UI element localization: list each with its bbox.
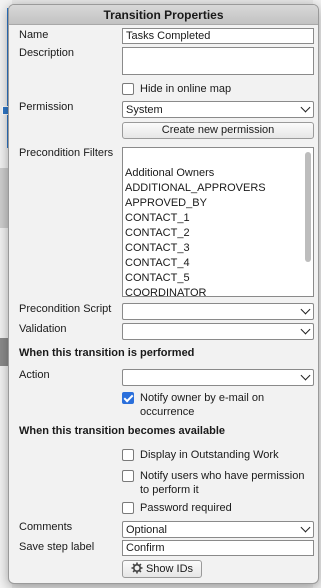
section-heading-performed: When this transition is performed	[19, 347, 195, 359]
list-item[interactable]: CONTACT_2	[125, 226, 266, 241]
save-step-label: Save step label	[19, 541, 95, 553]
chevron-down-icon	[300, 304, 311, 315]
list-item[interactable]: COORDINATOR	[125, 286, 266, 296]
chevron-down-icon	[300, 370, 311, 381]
comments-select[interactable]: Optional	[122, 521, 314, 538]
hide-online-map-label: Hide in online map	[140, 83, 232, 95]
comments-label: Comments	[19, 521, 73, 533]
chevron-down-icon	[300, 324, 311, 335]
permission-label: Permission	[19, 101, 74, 113]
list-item[interactable]: CONTACT_5	[125, 271, 266, 286]
gear-icon	[131, 562, 143, 574]
list-item[interactable]: Additional Owners	[125, 166, 266, 181]
notify-users-checkbox[interactable]	[122, 470, 134, 482]
notify-users-label: Notify users who have permission to perf…	[140, 470, 305, 496]
permission-value: System	[126, 104, 163, 116]
chevron-down-icon	[300, 102, 311, 113]
precondition-filters-label: Precondition Filters	[19, 147, 114, 159]
precondition-filters-listbox[interactable]: Additional Owners ADDITIONAL_APPROVERS A…	[122, 147, 314, 297]
list-item[interactable]: APPROVED_BY	[125, 196, 266, 211]
validation-select[interactable]	[122, 323, 314, 340]
password-required-checkbox[interactable]	[122, 502, 134, 514]
chevron-down-icon	[300, 522, 311, 533]
permission-select[interactable]: System	[122, 101, 314, 118]
password-required-label: Password required	[140, 502, 232, 514]
transition-properties-dialog: Transition Properties Name Tasks Complet…	[8, 4, 319, 584]
display-outstanding-work-checkbox[interactable]	[122, 449, 134, 461]
comments-value: Optional	[126, 524, 167, 536]
show-ids-label: Show IDs	[145, 563, 194, 575]
name-label: Name	[19, 29, 49, 41]
list-item[interactable]: ADDITIONAL_APPROVERS	[125, 181, 266, 196]
action-label: Action	[19, 369, 50, 381]
notify-owner-checkbox[interactable]	[122, 392, 134, 404]
hide-online-map-checkbox[interactable]	[122, 83, 134, 95]
show-ids-button[interactable]: Show IDs	[122, 560, 202, 578]
listbox-scrollbar[interactable]	[305, 152, 311, 262]
dialog-title[interactable]: Transition Properties	[9, 5, 318, 25]
description-label: Description	[19, 47, 75, 59]
create-new-permission-button[interactable]: Create new permission	[122, 122, 314, 139]
display-outstanding-work-label: Display in Outstanding Work	[140, 449, 279, 461]
section-heading-available: When this transition becomes available	[19, 425, 225, 437]
list-item[interactable]: CONTACT_3	[125, 241, 266, 256]
action-select[interactable]	[122, 369, 314, 386]
description-textarea[interactable]	[122, 47, 314, 75]
precondition-script-select[interactable]	[122, 303, 314, 320]
list-item[interactable]: CONTACT_1	[125, 211, 266, 226]
precondition-script-label: Precondition Script	[19, 303, 112, 315]
list-item[interactable]: CONTACT_4	[125, 256, 266, 271]
notify-owner-label: Notify owner by e-mail on occurrence	[140, 392, 265, 418]
name-input[interactable]: Tasks Completed	[122, 28, 314, 44]
save-step-input[interactable]: Confirm	[122, 540, 314, 556]
validation-label: Validation	[19, 323, 67, 335]
